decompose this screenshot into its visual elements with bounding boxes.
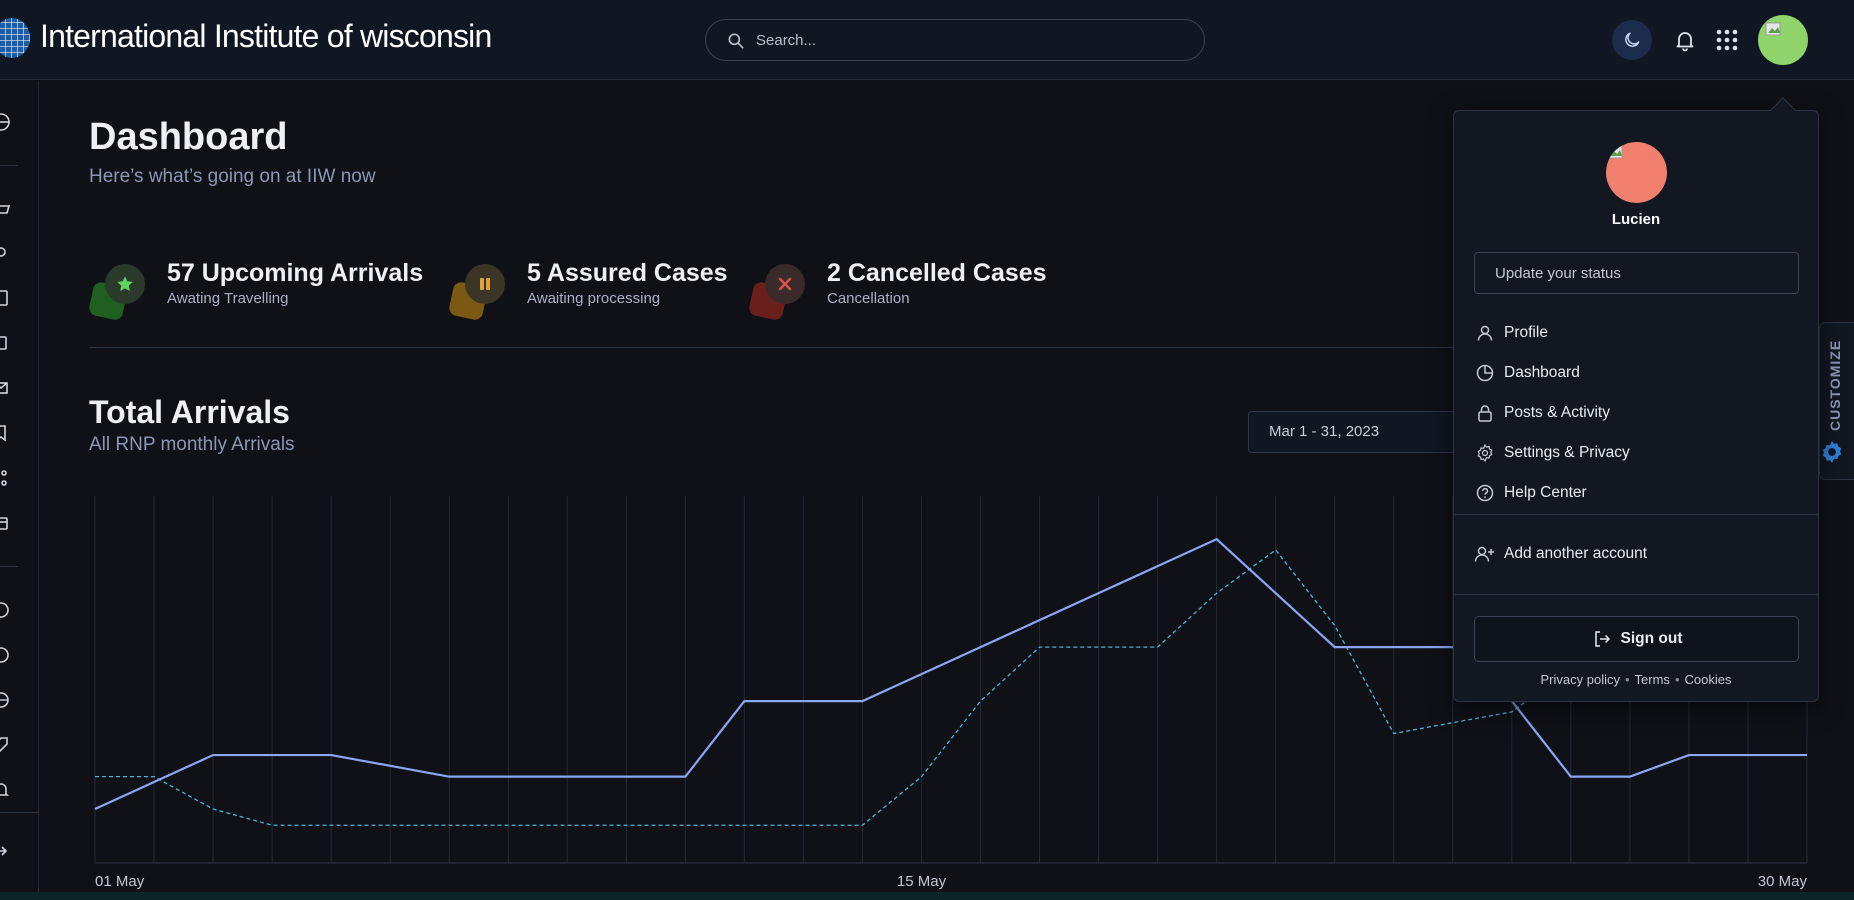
search-input[interactable] bbox=[756, 20, 1176, 60]
user-icon bbox=[1474, 322, 1496, 344]
page-title: Dashboard bbox=[89, 116, 288, 158]
sidebar-item-clipboard[interactable] bbox=[0, 287, 12, 309]
menu-item-label: Settings & Privacy bbox=[1504, 444, 1630, 461]
sidebar-item-cart[interactable] bbox=[0, 199, 12, 221]
menu-item-posts-activity[interactable]: Posts & Activity bbox=[1474, 397, 1799, 429]
file-icon bbox=[0, 336, 7, 350]
sidebar-item-file[interactable] bbox=[0, 332, 12, 354]
stat-label: Awaiting processing bbox=[527, 290, 661, 307]
search-icon bbox=[728, 33, 744, 49]
terms-link[interactable]: Terms bbox=[1635, 672, 1670, 687]
profile-dropdown-menu: Lucien Profile Dashboard Posts & Activit… bbox=[1453, 97, 1819, 702]
menu-item-dashboard[interactable]: Dashboard bbox=[1474, 357, 1799, 389]
dropdown-arrow bbox=[1770, 97, 1796, 123]
dark-mode-toggle-button[interactable] bbox=[1612, 20, 1652, 60]
apps-grid-button[interactable] bbox=[1715, 28, 1739, 52]
sidebar-item-users[interactable] bbox=[0, 243, 12, 265]
bottom-strip bbox=[0, 892, 1854, 900]
page-subtitle: Here’s what’s going on at IIW now bbox=[89, 166, 376, 187]
menu-item-label: Dashboard bbox=[1504, 364, 1580, 381]
pause-icon bbox=[480, 278, 490, 290]
stat-badge bbox=[747, 264, 805, 322]
x-tick-label: 01 May bbox=[95, 873, 145, 890]
customize-gear-icon[interactable] bbox=[1818, 438, 1846, 466]
menu-footer: Privacy policy • Terms • Cookies bbox=[1540, 672, 1732, 687]
privacy-policy-link[interactable]: Privacy policy bbox=[1541, 672, 1620, 687]
globe-icon bbox=[0, 113, 10, 131]
top-bar: International Institute of wisconsin bbox=[0, 0, 1854, 80]
stat-cancelled-cases: 2 Cancelled Cases Cancellation bbox=[747, 256, 1049, 322]
clipboard-icon bbox=[0, 290, 8, 306]
cookies-link[interactable]: Cookies bbox=[1685, 672, 1732, 687]
sidebar-item-bookmark[interactable] bbox=[0, 422, 12, 444]
globe-logo-icon[interactable] bbox=[0, 18, 30, 58]
menu-separator bbox=[1454, 514, 1818, 515]
stat-label: Awating Travelling bbox=[167, 290, 289, 307]
section-divider bbox=[89, 347, 1454, 348]
stat-badge bbox=[447, 264, 505, 322]
stat-upcoming-arrivals: 57 Upcoming Arrivals Awating Travelling bbox=[87, 256, 429, 322]
menu-item-settings-privacy[interactable]: Settings & Privacy bbox=[1474, 437, 1799, 469]
status-input[interactable] bbox=[1474, 252, 1799, 294]
user-plus-icon bbox=[1474, 543, 1496, 565]
menu-item-label: Add another account bbox=[1504, 545, 1648, 562]
help-icon bbox=[1474, 482, 1496, 504]
chart-title: Total Arrivals bbox=[89, 394, 290, 430]
menu-item-label: Posts & Activity bbox=[1504, 404, 1610, 421]
sidebar-item-globe[interactable] bbox=[0, 111, 12, 133]
menu-item-add-account[interactable]: Add another account bbox=[1474, 538, 1799, 570]
stat-value: 57 Upcoming Arrivals bbox=[167, 259, 424, 287]
search-bar[interactable] bbox=[705, 19, 1205, 61]
menu-separator bbox=[1454, 594, 1818, 595]
bell-icon bbox=[1676, 32, 1694, 52]
app-title[interactable]: International Institute of wisconsin bbox=[40, 18, 492, 55]
x-icon bbox=[778, 277, 792, 291]
profile-avatar bbox=[1606, 142, 1667, 203]
users-icon bbox=[0, 247, 6, 257]
sidebar-divider bbox=[0, 165, 18, 166]
stat-value: 2 Cancelled Cases bbox=[827, 259, 1047, 287]
menu-item-label: Help Center bbox=[1504, 484, 1587, 501]
gear-icon bbox=[1474, 442, 1496, 464]
bookmark-icon bbox=[0, 425, 6, 442]
pie-chart-icon bbox=[1474, 362, 1496, 384]
sign-out-label: Sign out bbox=[1620, 630, 1683, 647]
menu-item-profile[interactable]: Profile bbox=[1474, 317, 1799, 349]
sign-out-button[interactable]: Sign out bbox=[1474, 616, 1799, 662]
customize-label: CUSTOMIZE bbox=[1827, 339, 1843, 431]
menu-item-help-center[interactable]: Help Center bbox=[1474, 477, 1799, 509]
star-icon bbox=[117, 276, 133, 292]
user-avatar-button[interactable] bbox=[1758, 15, 1808, 65]
broken-image-icon bbox=[1607, 145, 1623, 159]
x-tick-label: 30 May bbox=[1758, 873, 1808, 890]
stat-badge bbox=[87, 264, 145, 322]
menu-item-label: Profile bbox=[1504, 324, 1548, 341]
stat-label: Cancellation bbox=[827, 290, 910, 307]
cart-icon bbox=[0, 205, 11, 214]
moon-icon bbox=[1625, 32, 1640, 47]
stat-value: 5 Assured Cases bbox=[527, 259, 728, 287]
stat-assured-cases: 5 Assured Cases Awaiting processing bbox=[447, 256, 739, 322]
chart-subtitle: All RNP monthly Arrivals bbox=[89, 434, 295, 455]
broken-image-icon bbox=[1765, 22, 1781, 36]
profile-name: Lucien bbox=[1611, 211, 1661, 228]
grid-icon bbox=[1716, 29, 1738, 51]
date-range-picker[interactable]: Mar 1 - 31, 2023 bbox=[1248, 411, 1458, 453]
mail-icon bbox=[0, 382, 8, 394]
notifications-button[interactable] bbox=[1671, 26, 1699, 54]
sign-out-icon bbox=[1591, 628, 1613, 650]
x-tick-label: 15 May bbox=[897, 873, 947, 890]
lock-icon bbox=[1474, 402, 1496, 424]
sidebar-item-mail[interactable] bbox=[0, 377, 12, 399]
